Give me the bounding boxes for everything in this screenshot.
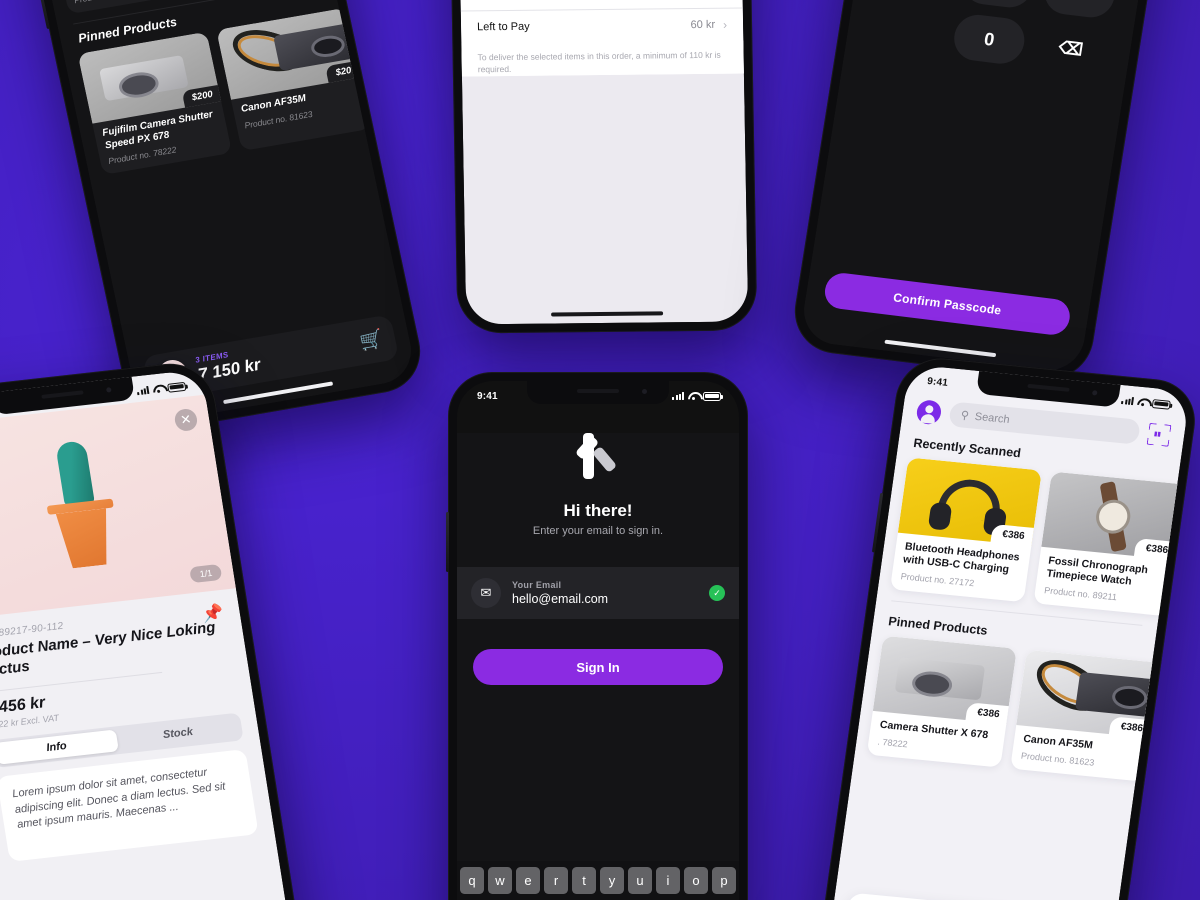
user-avatar-icon[interactable] <box>915 398 943 425</box>
key-o[interactable]: o <box>684 867 708 894</box>
battery-icon <box>703 391 723 401</box>
status-time: 9:41 <box>477 390 498 402</box>
cellular-signal-icon <box>137 385 150 396</box>
device-light-product-list: 9:41 ⚲ Search ▮▮ Recently Scanned €386 B… <box>815 354 1200 900</box>
envelope-icon: ✉ <box>471 578 501 608</box>
keyboard-row-1: q w e r t y u i o p <box>460 867 736 894</box>
key-r[interactable]: r <box>544 867 568 894</box>
key-0[interactable]: 0 <box>950 12 1028 67</box>
key-u[interactable]: u <box>628 867 652 894</box>
product-card[interactable]: €386 Fossil Chronograph Timepiece Watch … <box>1033 471 1186 617</box>
product-card[interactable]: $20 Canon AF35M Product no. 81623 <box>216 8 371 151</box>
cellular-signal-icon <box>672 392 684 400</box>
shopping-cart-icon[interactable]: 🛒 <box>357 327 385 354</box>
delete-icon[interactable]: ⌫ <box>1032 22 1109 76</box>
mockup-stage: Recently Scanned 100 kr Bluetooth Headph… <box>0 0 1200 900</box>
tab-stock[interactable]: Stock <box>115 715 240 750</box>
product-name: Fossil Chronograph Timepiece Watch <box>1045 554 1149 588</box>
signin-subheading: Enter your email to sign in. <box>532 525 664 537</box>
search-icon: ⚲ <box>959 409 970 423</box>
key-q[interactable]: q <box>460 867 484 894</box>
product-thumbnail-watch: €386 <box>1041 471 1186 561</box>
onscreen-keyboard: q w e r t y u i o p a s d <box>457 861 739 900</box>
product-card[interactable]: €386 Bluetooth Headphones with USB-C Cha… <box>889 457 1042 603</box>
tab-info[interactable]: Info <box>0 729 119 765</box>
product-thumbnail-headphones: €386 <box>897 457 1042 547</box>
row-label: Left to Pay <box>476 20 530 34</box>
status-time: 9:41 <box>926 375 949 389</box>
payment-rows: 1 Previous Payment 50 kr › Left to Pay 6… <box>460 0 744 77</box>
product-card[interactable]: €386 Canon AF35M Product no. 81623 <box>1010 649 1161 783</box>
email-field[interactable]: ✉ Your Email hello@email.com ✓ <box>457 567 739 619</box>
product-hero-image: ✕ 1/1 <box>0 394 236 620</box>
product-name: Bluetooth Headphones with USB-C Charging <box>902 540 1021 576</box>
device-sign-in: 9:41 Hi there! Enter your email to sign … <box>446 372 748 900</box>
confirm-passcode-button[interactable]: Confirm Passcode <box>822 271 1073 337</box>
minimum-order-note: To deliver the selected items in this or… <box>461 40 744 77</box>
row-value: 60 kr <box>690 18 716 32</box>
email-field-label: Your Email <box>512 580 562 590</box>
notch <box>527 381 669 404</box>
key-blank <box>869 2 946 56</box>
product-description: Lorem ipsum dolor sit amet, consectetur … <box>0 748 259 862</box>
battery-icon <box>1151 398 1171 410</box>
wifi-icon <box>1137 398 1149 407</box>
klarna-k-logo <box>574 433 621 479</box>
search-placeholder: Search <box>974 410 1011 426</box>
product-thumbnail-camera-strap: €386 <box>1016 649 1161 740</box>
device-passcode: Your email and passcode didn't match. Tr… <box>788 0 1184 385</box>
key-p[interactable]: p <box>712 867 736 894</box>
cart-bar[interactable]: 3 ITEMS 7 150 kr 🛒 <box>842 892 1103 900</box>
product-thumbnail-camera: €386 <box>872 635 1017 726</box>
price-badge: €386 <box>1133 537 1179 561</box>
key-t[interactable]: t <box>572 867 596 894</box>
row-left-to-pay[interactable]: Left to Pay 60 kr › <box>460 7 744 44</box>
image-pager: 1/1 <box>189 563 223 584</box>
key-e[interactable]: e <box>516 867 540 894</box>
key-y[interactable]: y <box>600 867 624 894</box>
chevron-right-icon: › <box>722 17 728 32</box>
key-9[interactable]: 9 <box>1041 0 1118 21</box>
key-8[interactable]: 8 <box>959 0 1037 11</box>
signin-heading: Hi there! <box>563 501 633 520</box>
device-dark-product-list: Recently Scanned 100 kr Bluetooth Headph… <box>7 0 429 436</box>
barcode-scan-icon[interactable]: ▮▮ <box>1146 422 1172 447</box>
key-i[interactable]: i <box>656 867 680 894</box>
sign-in-button[interactable]: Sign In <box>473 649 723 685</box>
price-badge: €386 <box>990 523 1035 547</box>
battery-icon <box>167 381 187 393</box>
email-input[interactable]: hello@email.com <box>512 592 608 606</box>
pushpin-icon[interactable]: 📌 <box>201 603 225 625</box>
product-card[interactable]: $200 Fujifilm Camera Shutter Speed PX 67… <box>77 32 233 175</box>
device-payment: TO CHARGE 60,00 kr SELECT A PAYMENT METH… <box>446 0 758 334</box>
close-icon[interactable]: ✕ <box>173 407 199 433</box>
key-w[interactable]: w <box>488 867 512 894</box>
wifi-icon <box>688 392 699 400</box>
product-number: Product no. 27172 <box>73 0 188 6</box>
product-row-pinned: €386 Camera Shutter X 678 . 78222 €386 C… <box>866 635 1161 783</box>
cellular-signal-icon <box>1121 396 1135 406</box>
device-product-detail: 9:41 ✕ 1/1 📌 PSB-89217-90-112 <box>0 359 306 900</box>
cactus-illustration <box>32 440 128 571</box>
product-card[interactable]: €386 Camera Shutter X 678 . 78222 <box>866 635 1017 768</box>
numeric-keypad: 1 2 3 4 5 6 7 8 9 0 ⌫ <box>864 0 1142 77</box>
product-row-recently-scanned: €386 Bluetooth Headphones with USB-C Cha… <box>889 457 1186 617</box>
wifi-icon <box>152 384 164 393</box>
check-circle-icon: ✓ <box>709 585 725 601</box>
